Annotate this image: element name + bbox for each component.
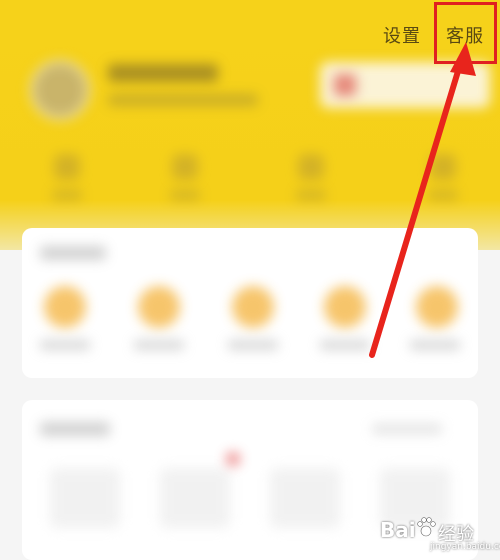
header-shortcuts	[0, 150, 500, 210]
service-icon[interactable]	[138, 286, 180, 328]
shortcut-icon[interactable]	[430, 154, 456, 180]
service-label	[134, 340, 184, 350]
badge-icon	[334, 74, 356, 96]
service-highlight-box	[434, 2, 497, 64]
service-label	[40, 340, 90, 350]
avatar[interactable]	[30, 60, 90, 120]
shortcut-label	[296, 190, 326, 200]
shortcut-label	[428, 190, 458, 200]
notification-dot	[226, 452, 240, 466]
service-icon[interactable]	[232, 286, 274, 328]
service-icon[interactable]	[44, 286, 86, 328]
shortcut-label	[170, 190, 200, 200]
profile-header	[0, 0, 500, 250]
card-title-blurred	[40, 246, 106, 260]
service-label	[320, 340, 370, 350]
settings-link[interactable]: 设置	[383, 22, 421, 48]
tool-tile[interactable]	[50, 468, 120, 528]
baidu-watermark: Bai 经验 jingyan.baidu.com	[380, 510, 500, 554]
user-name-blurred	[108, 64, 218, 82]
tools-card-title	[40, 422, 110, 436]
shortcut-icon[interactable]	[172, 154, 198, 180]
watermark-url: jingyan.baidu.com	[430, 542, 500, 552]
user-subtitle-blurred	[108, 94, 258, 106]
service-icon[interactable]	[324, 286, 366, 328]
service-label	[410, 340, 460, 350]
tools-card-more[interactable]	[372, 424, 442, 434]
shortcut-icon[interactable]	[298, 154, 324, 180]
service-label	[228, 340, 278, 350]
tool-tile[interactable]	[270, 468, 340, 528]
tool-tile[interactable]	[160, 468, 230, 528]
watermark-brand: Bai	[380, 518, 416, 542]
service-icon[interactable]	[416, 286, 458, 328]
shortcut-icon[interactable]	[54, 154, 80, 180]
paw-icon	[417, 517, 436, 537]
shortcut-label	[52, 190, 82, 200]
